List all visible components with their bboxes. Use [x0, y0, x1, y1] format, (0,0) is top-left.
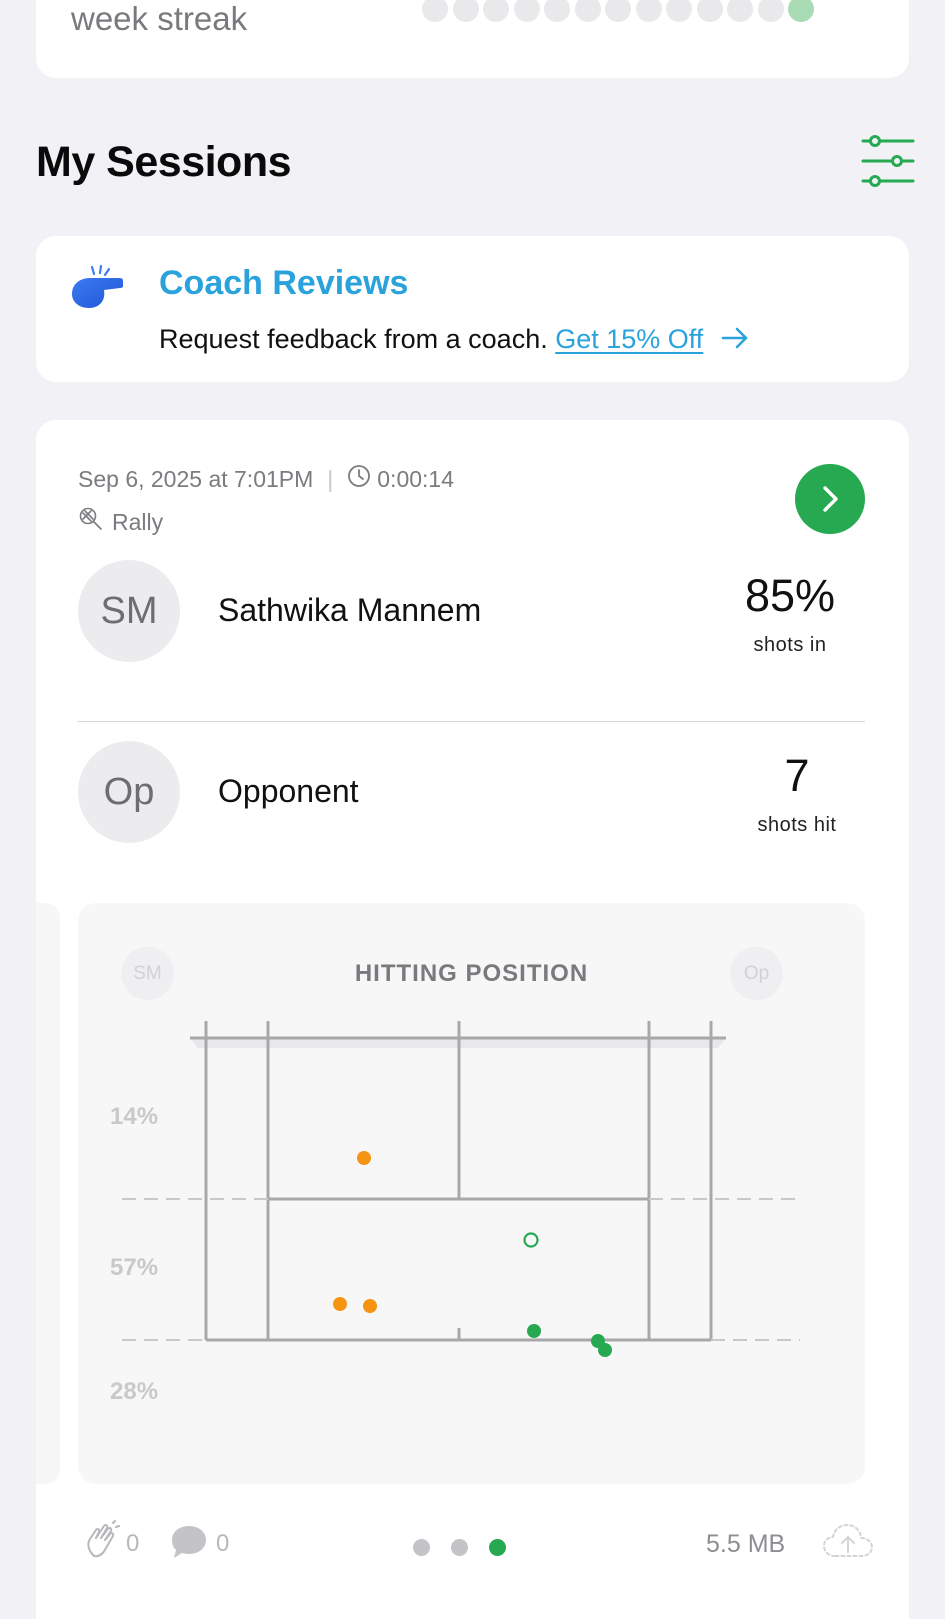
page-dot[interactable]: [413, 1539, 430, 1556]
avatar-opponent: Op: [78, 741, 180, 843]
shots-in-label: shots in: [753, 634, 827, 656]
comment-icon[interactable]: [170, 1524, 208, 1565]
divider: [78, 721, 865, 722]
streak-day-dot: [422, 0, 448, 22]
session-duration: 0:00:14: [377, 465, 455, 492]
page-title: My Sessions: [36, 138, 292, 186]
opponent-name: Opponent: [218, 773, 359, 809]
clap-count: 0: [126, 1530, 140, 1557]
streak-day-dot: [513, 0, 540, 22]
discount-link[interactable]: Get 15% Off: [555, 324, 703, 354]
sliders-icon[interactable]: [861, 133, 915, 189]
opponent-shot-marker-out: [523, 1232, 539, 1248]
streak-label: week streak: [71, 0, 248, 37]
streak-day-dot: [544, 0, 570, 22]
shots-hit-value: 7: [784, 750, 810, 801]
streak-day-dot: [757, 0, 784, 22]
cloud-upload-icon[interactable]: [822, 1522, 874, 1567]
coach-reviews-title: Coach Reviews: [159, 264, 409, 302]
mini-avatar-opponent: Op: [730, 947, 783, 1000]
zone-percent-near: 28%: [110, 1378, 159, 1405]
page-dot[interactable]: [489, 1539, 506, 1556]
streak-day-dot: [696, 0, 723, 22]
hitting-position-panel[interactable]: SM HITTING POSITION Op 14% 57% 28%: [78, 903, 865, 1484]
session-type-label: Rally: [112, 508, 164, 535]
avatar-player: SM: [78, 560, 180, 662]
clock-icon: [347, 464, 371, 494]
player-shot-marker: [357, 1151, 371, 1165]
session-card[interactable]: Sep 6, 2025 at 7:01PM | 0:00:14 Rally SM…: [36, 420, 909, 1619]
player-shot-marker: [333, 1297, 347, 1311]
session-type: Rally: [78, 506, 163, 538]
court-lines: [190, 1021, 726, 1342]
arrow-right-icon[interactable]: [721, 325, 749, 356]
shot-markers: [333, 1151, 612, 1357]
streak-day-dot: [635, 0, 662, 22]
streak-day-dot: [574, 0, 601, 22]
session-footer: 0 0 5.5 MB: [78, 1520, 873, 1570]
streak-day-dot: [788, 0, 814, 22]
clap-icon[interactable]: [84, 1520, 120, 1565]
chevron-right-icon: [823, 486, 838, 512]
streak-day-dot: [483, 0, 509, 22]
streak-card: week streak: [36, 0, 909, 78]
coach-reviews-description: Request feedback from a coach.: [159, 324, 548, 354]
streak-day-dot: [666, 0, 692, 22]
previous-panel-edge[interactable]: [36, 903, 60, 1484]
streak-day-dot: [727, 0, 753, 22]
shots-hit-label: shots hit: [757, 814, 837, 836]
player-name: Sathwika Mannem: [218, 592, 482, 628]
streak-dots: [422, 0, 822, 46]
coach-reviews-card[interactable]: Coach Reviews Request feedback from a co…: [36, 236, 909, 382]
streak-day-dot: [605, 0, 631, 22]
meta-separator: |: [327, 465, 334, 492]
zone-percent-mid: 57%: [110, 1254, 159, 1281]
opponent-shot-marker: [527, 1324, 541, 1338]
coach-reviews-text: Request feedback from a coach. Get 15% O…: [159, 324, 749, 356]
racket-icon: [78, 506, 104, 538]
session-meta: Sep 6, 2025 at 7:01PM | 0:00:14: [78, 464, 454, 494]
file-size: 5.5 MB: [706, 1530, 786, 1558]
open-session-button[interactable]: [795, 464, 865, 534]
comment-count: 0: [216, 1530, 230, 1557]
shots-in-value: 85%: [744, 570, 836, 621]
zone-guides: [122, 1198, 800, 1341]
session-date: Sep 6, 2025 at 7:01PM: [78, 465, 314, 492]
player-shot-marker: [363, 1299, 377, 1313]
streak-day-dot: [452, 0, 479, 22]
whistle-icon: [70, 264, 124, 310]
opponent-shot-marker: [598, 1343, 612, 1357]
zone-percent-far: 14%: [110, 1103, 159, 1130]
page-dot[interactable]: [451, 1539, 468, 1556]
